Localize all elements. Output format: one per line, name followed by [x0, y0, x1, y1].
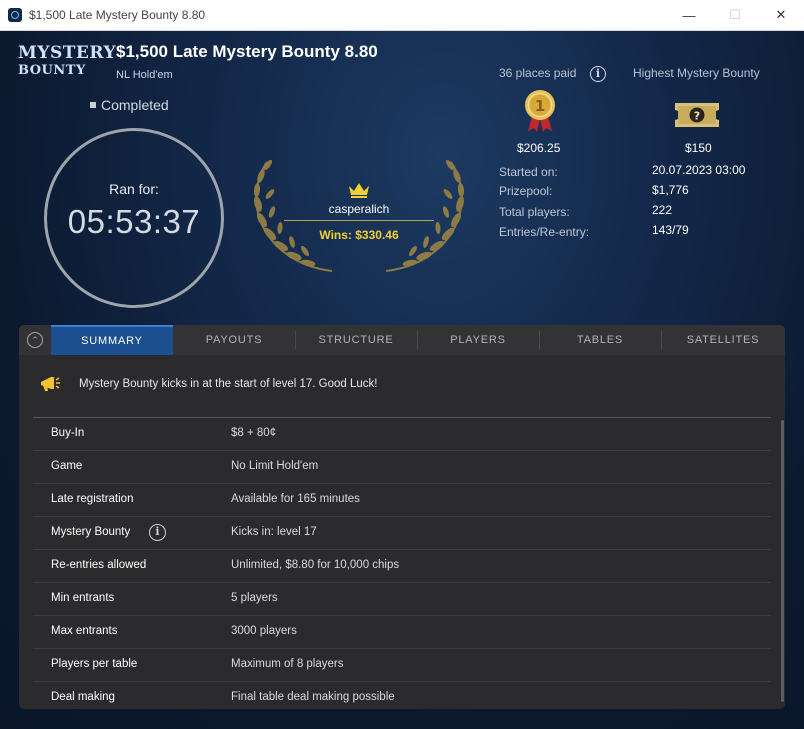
- run-time-circle: Ran for: 05:53:37: [44, 128, 224, 308]
- tab-players[interactable]: PLAYERS: [417, 325, 539, 355]
- summary-row: Max entrants 3000 players: [33, 616, 771, 649]
- summary-key: Re-entries allowed: [51, 559, 147, 571]
- run-time-label: Ran for:: [109, 181, 159, 197]
- summary-row: Game No Limit Hold'em: [33, 451, 771, 484]
- summary-key: Max entrants: [51, 625, 118, 637]
- svg-text:1: 1: [535, 97, 545, 115]
- summary-row: Late registration Available for 165 minu…: [33, 484, 771, 517]
- summary-row: Deal making Final table deal making poss…: [33, 682, 771, 709]
- laurel-wreath-icon: [253, 159, 465, 272]
- tab-summary[interactable]: SUMMARY: [51, 325, 173, 355]
- total-players-value: 222: [652, 203, 673, 217]
- first-prize-amount: $206.25: [517, 141, 561, 155]
- summary-value: No Limit Hold'em: [231, 460, 319, 472]
- minimize-button[interactable]: —: [666, 0, 712, 30]
- winner-divider: [284, 220, 434, 221]
- game-type: NL Hold'em: [116, 69, 173, 81]
- summary-value: 5 players: [231, 592, 278, 604]
- prizepool-label: Prizepool:: [499, 184, 553, 198]
- summary-key: Min entrants: [51, 592, 115, 604]
- mystery-bounty-logo: MYSTERY BOUNTY: [18, 43, 117, 80]
- top-bounty-amount: $150: [685, 141, 712, 155]
- close-button[interactable]: ✕: [758, 0, 804, 30]
- summary-row: Re-entries allowed Unlimited, $8.80 for …: [33, 550, 771, 583]
- run-time-value: 05:53:37: [67, 203, 201, 240]
- started-on-value: 20.07.2023 03:00: [652, 163, 746, 177]
- summary-row: Min entrants 5 players: [33, 583, 771, 616]
- summary-scrollbar[interactable]: [781, 420, 784, 702]
- summary-row: Players per table Maximum of 8 players: [33, 649, 771, 682]
- summary-key: Buy-In: [51, 427, 85, 439]
- tab-satellites[interactable]: SATELLITES: [661, 325, 785, 355]
- tab-bar: ⌃ SUMMARY PAYOUTS STRUCTURE PLAYERS TABL…: [19, 325, 785, 355]
- entries-label: Entries/Re-entry:: [499, 225, 590, 239]
- entries-value: 143/79: [652, 223, 689, 237]
- maximize-button[interactable]: ☐: [712, 0, 758, 30]
- summary-value: Kicks in: level 17: [231, 526, 317, 538]
- chevron-up-icon: ⌃: [27, 332, 43, 348]
- tab-structure[interactable]: STRUCTURE: [295, 325, 417, 355]
- tab-tables[interactable]: TABLES: [539, 325, 661, 355]
- summary-key: Mystery Bounty: [51, 526, 131, 538]
- summary-value: Unlimited, $8.80 for 10,000 chips: [231, 559, 400, 571]
- megaphone-icon: [41, 377, 60, 391]
- summary-value: 3000 players: [231, 625, 297, 637]
- summary-value: Final table deal making possible: [231, 691, 395, 703]
- total-players-label: Total players:: [499, 205, 570, 219]
- crown-icon: [349, 183, 369, 198]
- summary-key: Late registration: [51, 493, 134, 505]
- summary-key: Deal making: [51, 691, 115, 703]
- tournament-info-panel: ⌃ SUMMARY PAYOUTS STRUCTURE PLAYERS TABL…: [19, 325, 785, 709]
- mystery-ticket-icon: ?: [675, 103, 719, 127]
- summary-row: Buy-In $8 + 80¢: [33, 418, 771, 451]
- gold-medal-icon: 1: [525, 90, 555, 132]
- prizepool-value: $1,776: [652, 183, 689, 197]
- places-info-icon[interactable]: i: [590, 66, 606, 82]
- started-on-label: Started on:: [499, 165, 558, 179]
- announcement: Mystery Bounty kicks in at the start of …: [39, 374, 378, 394]
- window-title: $1,500 Late Mystery Bounty 8.80: [29, 8, 206, 22]
- places-paid: 36 places paid: [499, 66, 577, 80]
- logo-line-2: BOUNTY: [18, 63, 86, 78]
- status-text: Completed: [101, 97, 169, 113]
- status-dot-icon: [90, 102, 96, 108]
- status-badge: Completed: [90, 97, 169, 113]
- collapse-panel-button[interactable]: ⌃: [19, 325, 51, 355]
- tournament-title: $1,500 Late Mystery Bounty 8.80: [116, 42, 378, 61]
- summary-value: Maximum of 8 players: [231, 658, 344, 670]
- app-icon: [8, 8, 22, 22]
- winner-winnings: Wins: $330.46: [319, 228, 399, 242]
- winner-card: casperalich Wins: $330.46: [250, 158, 468, 278]
- mystery-bounty-info-icon[interactable]: i: [149, 524, 166, 541]
- winner-name: casperalich: [328, 202, 390, 216]
- summary-table: Buy-In $8 + 80¢ Game No Limit Hold'em La…: [33, 418, 771, 709]
- highest-bounty-label: Highest Mystery Bounty: [633, 66, 760, 80]
- svg-text:?: ?: [694, 110, 700, 123]
- summary-value: $8 + 80¢: [231, 427, 277, 439]
- summary-value: Available for 165 minutes: [231, 493, 360, 505]
- window-titlebar: $1,500 Late Mystery Bounty 8.80 — ☐ ✕: [0, 0, 804, 31]
- logo-line-1: MYSTERY: [18, 43, 117, 63]
- summary-key: Players per table: [51, 658, 138, 670]
- summary-key: Game: [51, 460, 83, 472]
- tab-payouts[interactable]: PAYOUTS: [173, 325, 295, 355]
- announcement-text: Mystery Bounty kicks in at the start of …: [79, 378, 378, 390]
- summary-row: Mystery Bounty i Kicks in: level 17: [33, 517, 771, 550]
